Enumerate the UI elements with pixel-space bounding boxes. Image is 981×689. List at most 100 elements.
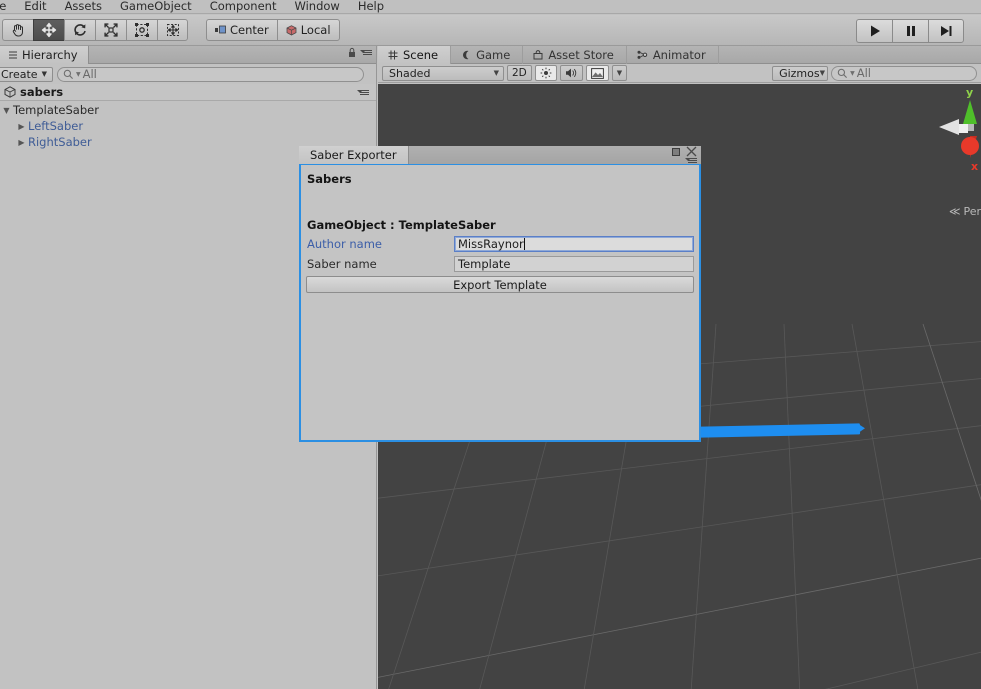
hierarchy-item-label: TemplateSaber — [13, 103, 99, 117]
scene-root-row[interactable]: sabers — [0, 84, 376, 101]
search-dropdown-icon[interactable]: ▼ — [76, 71, 81, 78]
menu-item-gameobject[interactable]: GameObject — [111, 0, 201, 13]
maximize-icon[interactable] — [672, 148, 680, 156]
tab-asset-store[interactable]: Asset Store — [523, 46, 627, 64]
tab-saber-exporter[interactable]: Saber Exporter — [299, 146, 409, 164]
scale-icon — [103, 22, 119, 38]
saber-exporter-window: Saber Exporter Sabers GameObject : Templ… — [299, 146, 701, 442]
scene-lighting-toggle[interactable] — [535, 65, 557, 81]
chevron-down-icon: ▼ — [42, 70, 47, 78]
gamepad-icon — [461, 50, 471, 60]
collapse-triangle-icon[interactable]: ▶ — [15, 122, 28, 131]
pivot-mode-button[interactable]: Center — [206, 19, 277, 41]
export-template-button[interactable]: Export Template — [306, 276, 694, 293]
space-mode-label: Local — [301, 23, 331, 37]
scene-search-placeholder: All — [857, 66, 871, 80]
projection-mode-label[interactable]: ≪ Per — [949, 205, 981, 218]
gizmos-label: Gizmos — [779, 67, 820, 80]
step-button[interactable] — [928, 19, 964, 43]
main-toolbar: Center Local — [0, 15, 981, 46]
hierarchy-item-templatesaber[interactable]: ▼ TemplateSaber — [0, 102, 376, 118]
search-icon — [63, 69, 74, 80]
shading-mode-dropdown[interactable]: Shaded ▼ — [382, 66, 504, 81]
saber-name-label: Saber name — [306, 257, 454, 271]
search-dropdown-icon[interactable]: ▼ — [850, 70, 855, 77]
tab-hierarchy[interactable]: Hierarchy — [0, 46, 89, 64]
menu-item-file[interactable]: le — [0, 0, 15, 13]
tab-asset-store-label: Asset Store — [548, 48, 614, 62]
transform-icon — [165, 22, 181, 38]
rect-icon — [134, 22, 150, 38]
collapse-triangle-icon[interactable]: ▶ — [15, 138, 28, 147]
hierarchy-search-placeholder: All — [83, 67, 97, 81]
menu-item-edit[interactable]: Edit — [15, 0, 55, 13]
scene-audio-toggle[interactable] — [560, 65, 583, 81]
step-icon — [939, 24, 953, 38]
playback-controls — [856, 19, 964, 43]
hierarchy-toolbar: Create ▼ ▼ All — [0, 64, 376, 84]
space-mode-button[interactable]: Local — [277, 19, 340, 41]
exporter-body: Sabers GameObject : TemplateSaber Author… — [299, 164, 701, 442]
author-name-input[interactable]: MissRaynor — [454, 236, 694, 252]
chevron-down-icon: ▼ — [494, 69, 499, 77]
exporter-heading: Sabers — [307, 172, 694, 186]
hand-icon — [10, 22, 26, 38]
scene-options-icon[interactable] — [357, 88, 370, 97]
expand-triangle-icon[interactable]: ▼ — [0, 106, 13, 115]
pause-button[interactable] — [892, 19, 928, 43]
animator-icon — [637, 50, 648, 60]
create-button[interactable]: Create ▼ — [0, 67, 53, 82]
hierarchy-item-label: LeftSaber — [28, 119, 83, 133]
hierarchy-item-label: RightSaber — [28, 135, 92, 149]
scene-name-label: sabers — [20, 85, 63, 99]
hierarchy-search-input[interactable]: ▼ All — [57, 67, 364, 82]
image-effects-icon — [591, 68, 604, 79]
play-icon — [868, 24, 882, 38]
pivot-space-group: Center Local — [206, 19, 340, 41]
hierarchy-icon — [8, 50, 18, 60]
move-icon — [41, 22, 57, 38]
tab-game-label: Game — [476, 48, 510, 62]
menu-bar: le Edit Assets GameObject Component Wind… — [0, 0, 981, 14]
chevron-left-icon: ≪ — [949, 205, 961, 218]
chevron-down-icon: ▼ — [820, 69, 825, 77]
tab-animator[interactable]: Animator — [627, 46, 719, 64]
play-button[interactable] — [856, 19, 892, 43]
unity-scene-icon — [4, 86, 16, 98]
rotate-tool-button[interactable] — [64, 19, 95, 41]
hand-tool-button[interactable] — [2, 19, 33, 41]
lock-icon[interactable] — [348, 47, 356, 58]
transform-tool-button[interactable] — [157, 19, 188, 41]
transform-tool-group — [2, 19, 188, 41]
gizmos-dropdown[interactable]: Gizmos ▼ — [772, 66, 828, 81]
author-name-value: MissRaynor — [458, 237, 524, 251]
menu-item-help[interactable]: Help — [349, 0, 393, 13]
menu-item-window[interactable]: Window — [285, 0, 348, 13]
scale-tool-button[interactable] — [95, 19, 126, 41]
scene-axis-gizmo[interactable]: y x — [925, 84, 981, 194]
scene-fx-dropdown[interactable]: ▼ — [612, 65, 627, 81]
saber-name-input[interactable]: Template — [454, 256, 694, 272]
hierarchy-options-icon[interactable] — [360, 48, 373, 57]
audio-icon — [565, 67, 578, 79]
move-tool-button[interactable] — [33, 19, 64, 41]
center-icon — [215, 25, 226, 35]
scene-tabstrip: Scene Game Asset Store — [378, 46, 981, 64]
rect-tool-button[interactable] — [126, 19, 157, 41]
local-space-icon — [286, 25, 297, 36]
pause-icon — [904, 24, 918, 38]
scene-view-toolbar: Shaded ▼ 2D — [378, 64, 981, 83]
hierarchy-item-leftsaber[interactable]: ▶ LeftSaber — [0, 118, 376, 134]
menu-item-component[interactable]: Component — [201, 0, 286, 13]
tab-scene[interactable]: Scene — [378, 46, 451, 64]
tab-game[interactable]: Game — [451, 46, 523, 64]
rotate-icon — [72, 22, 88, 38]
view-2d-toggle[interactable]: 2D — [507, 65, 532, 81]
grid-icon — [388, 50, 398, 60]
export-template-button-label: Export Template — [453, 278, 547, 292]
menu-item-assets[interactable]: Assets — [56, 0, 111, 13]
unity-editor-window: le Edit Assets GameObject Component Wind… — [0, 0, 981, 689]
scene-fx-toggle[interactable] — [586, 65, 609, 81]
shading-mode-label: Shaded — [389, 67, 430, 80]
scene-search-input[interactable]: ▼ All — [831, 66, 977, 81]
